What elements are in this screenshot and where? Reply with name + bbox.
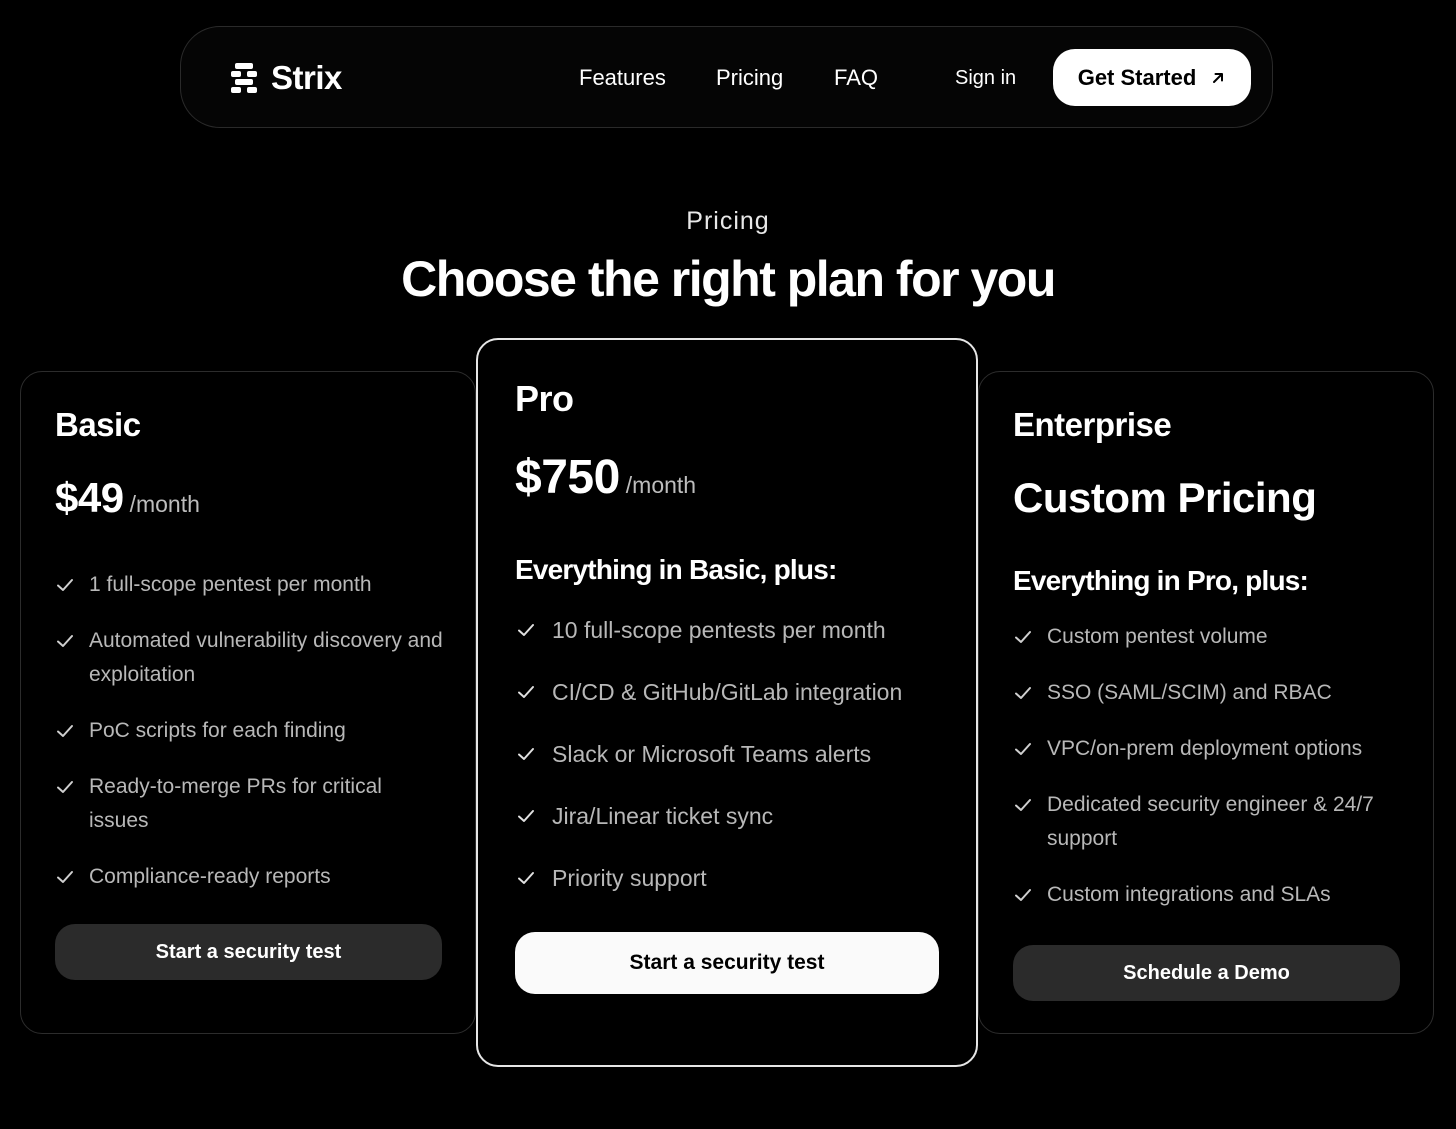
- get-started-button[interactable]: Get Started: [1053, 49, 1251, 106]
- plan-includes-title: Everything in Pro, plus:: [1013, 565, 1309, 596]
- price-period: /month: [129, 491, 200, 517]
- section-eyebrow: Pricing: [686, 207, 770, 235]
- check-icon: [57, 635, 73, 647]
- feature-text: 10 full-scope pentests per month: [552, 617, 886, 643]
- feature-item: PoC scripts for each finding: [55, 714, 445, 748]
- check-icon: [518, 748, 534, 760]
- check-icon: [518, 810, 534, 822]
- brand-name: Strix: [271, 59, 342, 96]
- check-icon: [57, 781, 73, 793]
- check-icon: [1015, 889, 1031, 901]
- nav-link-features[interactable]: Features: [579, 65, 666, 91]
- feature-text: Compliance-ready reports: [89, 865, 331, 888]
- plan-name: Basic: [55, 406, 141, 443]
- plan-card-enterprise: Enterprise Custom Pricing Everything in …: [978, 371, 1434, 1034]
- schedule-demo-button[interactable]: Schedule a Demo: [1013, 945, 1400, 1001]
- feature-list: 1 full-scope pentest per month Automated…: [55, 568, 445, 894]
- feature-text: Custom integrations and SLAs: [1047, 883, 1331, 906]
- feature-text: SSO (SAML/SCIM) and RBAC: [1047, 681, 1332, 704]
- feature-item: Ready-to-merge PRs for critical issues: [55, 770, 445, 838]
- plan-price: $49 /month: [55, 474, 200, 522]
- price-amount: $750: [515, 451, 620, 504]
- check-icon: [57, 871, 73, 883]
- feature-text: Custom pentest volume: [1047, 625, 1268, 648]
- feature-text: CI/CD & GitHub/GitLab integration: [552, 679, 903, 705]
- plan-name: Pro: [515, 378, 574, 419]
- feature-item: CI/CD & GitHub/GitLab integration: [516, 674, 956, 710]
- feature-text: Slack or Microsoft Teams alerts: [552, 741, 872, 767]
- feature-text: Ready-to-merge PRs for critical issues: [89, 775, 382, 832]
- strix-logo-icon: [231, 63, 257, 93]
- check-icon: [1015, 631, 1031, 643]
- feature-list: Custom pentest volume SSO (SAML/SCIM) an…: [1013, 620, 1408, 912]
- feature-item: SSO (SAML/SCIM) and RBAC: [1013, 676, 1408, 710]
- feature-item: Compliance-ready reports: [55, 860, 445, 894]
- check-icon: [1015, 743, 1031, 755]
- feature-text: Automated vulnerability discovery and ex…: [89, 629, 443, 686]
- get-started-label: Get Started: [1077, 64, 1197, 90]
- feature-text: 1 full-scope pentest per month: [89, 573, 372, 596]
- plan-name: Enterprise: [1013, 406, 1172, 443]
- feature-item: VPC/on-prem deployment options: [1013, 732, 1408, 766]
- check-icon: [1015, 687, 1031, 699]
- feature-item: 1 full-scope pentest per month: [55, 568, 445, 602]
- feature-text: PoC scripts for each finding: [89, 719, 346, 742]
- feature-text: Dedicated security engineer & 24/7 suppo…: [1047, 793, 1374, 850]
- feature-list: 10 full-scope pentests per month CI/CD &…: [516, 612, 956, 896]
- nav-link-pricing[interactable]: Pricing: [716, 65, 783, 91]
- feature-text: Jira/Linear ticket sync: [552, 803, 774, 829]
- pricing-page: Strix Features Pricing FAQ Sign in Get S…: [0, 0, 1456, 1129]
- feature-item: Automated vulnerability discovery and ex…: [55, 624, 445, 692]
- price-amount: $49: [55, 474, 124, 521]
- plan-card-pro: Pro $750 /month Everything in Basic, plu…: [476, 338, 978, 1067]
- check-icon: [1015, 799, 1031, 811]
- check-icon: [518, 686, 534, 698]
- feature-item: 10 full-scope pentests per month: [516, 612, 956, 648]
- nav-link-faq[interactable]: FAQ: [834, 65, 878, 91]
- feature-text: Priority support: [552, 865, 707, 891]
- plan-card-basic: Basic $49 /month 1 full-scope pentest pe…: [20, 371, 476, 1034]
- plan-price: $750 /month: [515, 450, 696, 505]
- top-nav: Strix Features Pricing FAQ Sign in Get S…: [180, 26, 1273, 128]
- feature-item: Slack or Microsoft Teams alerts: [516, 736, 956, 772]
- check-icon: [57, 725, 73, 737]
- brand-logo[interactable]: Strix: [231, 59, 342, 97]
- arrow-up-right-icon: [1213, 72, 1224, 83]
- page-title: Choose the right plan for you: [401, 251, 1056, 307]
- check-icon: [518, 872, 534, 884]
- feature-item: Dedicated security engineer & 24/7 suppo…: [1013, 788, 1408, 856]
- price-period: /month: [625, 472, 697, 498]
- feature-item: Custom integrations and SLAs: [1013, 878, 1408, 912]
- start-security-test-button[interactable]: Start a security test: [515, 932, 939, 994]
- start-security-test-button[interactable]: Start a security test: [55, 924, 442, 980]
- feature-item: Jira/Linear ticket sync: [516, 798, 956, 834]
- check-icon: [518, 624, 534, 636]
- custom-pricing-label: Custom Pricing: [1013, 474, 1317, 521]
- check-icon: [57, 579, 73, 591]
- plan-includes-title: Everything in Basic, plus:: [515, 554, 837, 585]
- sign-in-link[interactable]: Sign in: [955, 67, 1016, 90]
- feature-item: Priority support: [516, 860, 956, 896]
- feature-text: VPC/on-prem deployment options: [1047, 737, 1363, 760]
- feature-item: Custom pentest volume: [1013, 620, 1408, 654]
